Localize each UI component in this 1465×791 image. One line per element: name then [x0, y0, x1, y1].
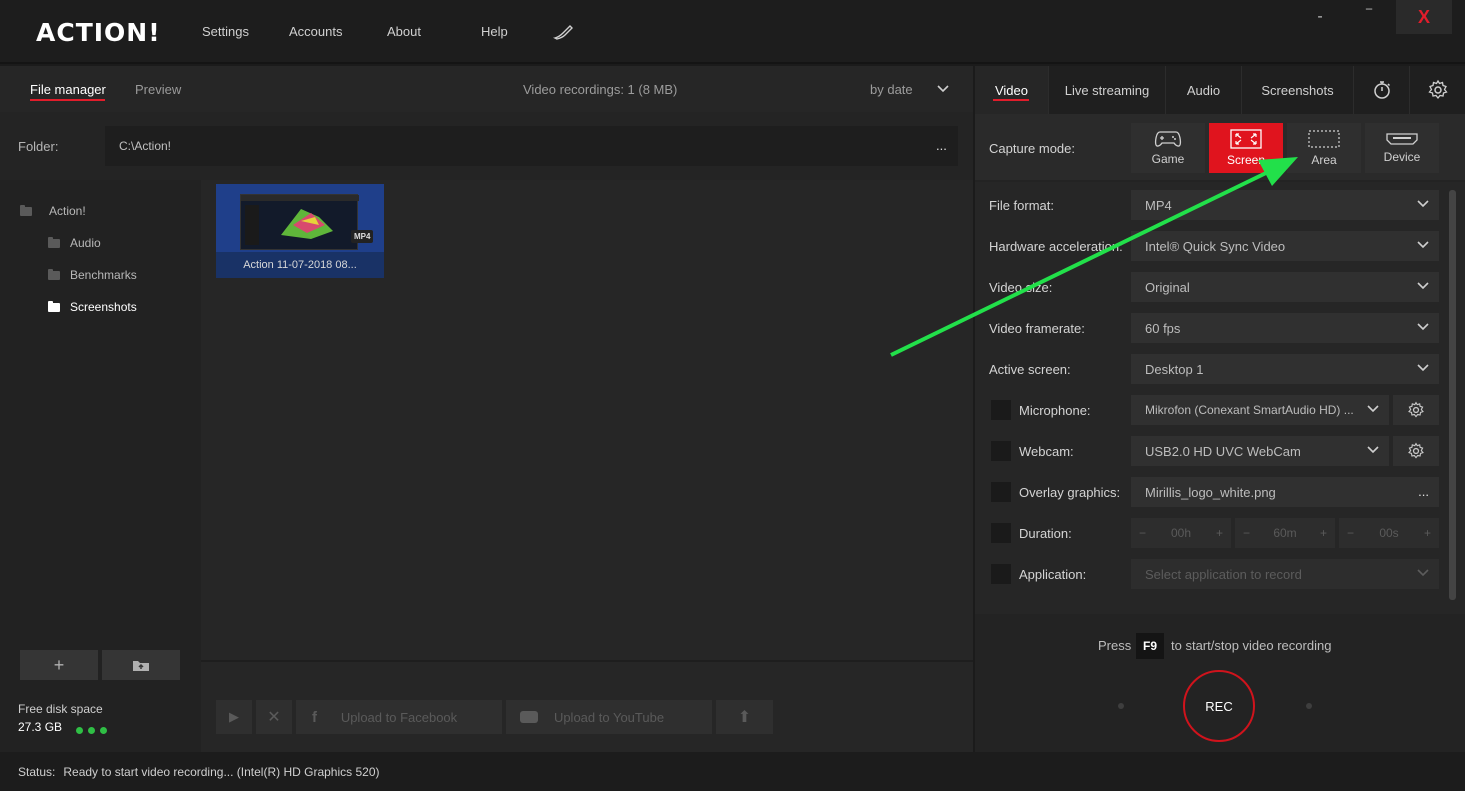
annotation-arrow — [890, 157, 1298, 357]
